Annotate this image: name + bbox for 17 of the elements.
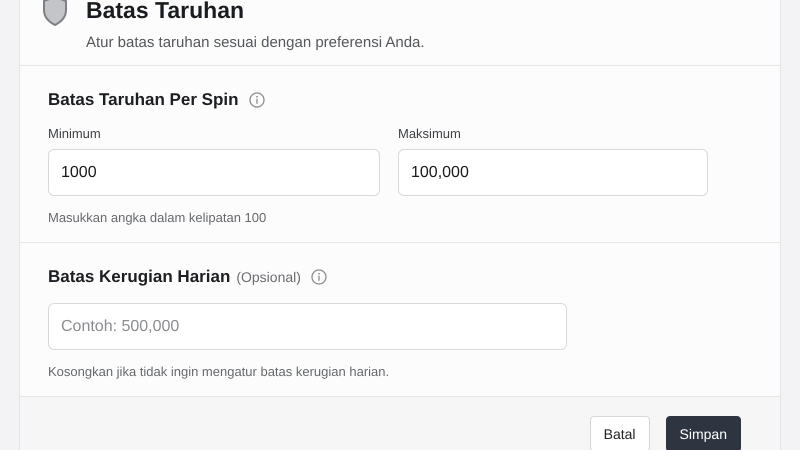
info-icon[interactable] — [310, 269, 327, 285]
section-title: Batas Taruhan Per Spin — [48, 90, 239, 110]
page-subtitle: Atur batas taruhan sesuai dengan preferensi Anda. — [86, 34, 425, 51]
field-label: Maksimum — [398, 126, 462, 141]
save-button[interactable]: Simpan — [666, 416, 741, 450]
section-title: Batas Kerugian Harian — [48, 267, 230, 287]
cancel-button[interactable]: Batal — [590, 416, 650, 450]
info-icon[interactable] — [248, 92, 265, 108]
amount-input[interactable]: Contoh: 500,000 — [48, 303, 567, 350]
amount-input[interactable]: 1000 — [48, 149, 380, 196]
page-title: Batas Taruhan — [86, 0, 246, 24]
help-text: Kosongkan jika tidak ingin mengatur batas kerugian harian. — [48, 364, 390, 379]
optional-note: (Opsional) — [236, 269, 301, 285]
amount-input[interactable]: 100,000 — [398, 149, 708, 196]
field-label: Minimum — [48, 126, 102, 141]
help-text: Masukkan angka dalam kelipatan 100 — [48, 210, 268, 225]
shield-icon — [42, 0, 68, 26]
